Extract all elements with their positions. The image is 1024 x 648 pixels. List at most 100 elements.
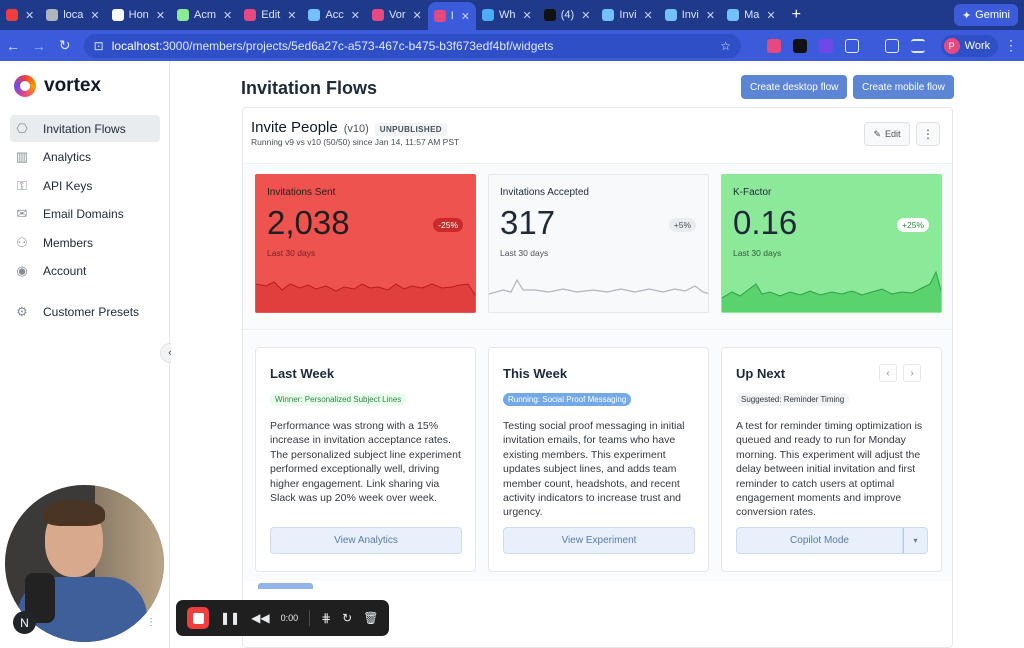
view-analytics-button[interactable]: View Analytics xyxy=(270,527,462,554)
tab-favicon-icon xyxy=(664,9,677,21)
browser-tab[interactable]: Invi ✕ xyxy=(596,0,658,30)
trash-icon[interactable]: 🗑 xyxy=(363,611,378,625)
tab-label: Ma xyxy=(744,9,760,21)
close-tab-icon[interactable]: ✕ xyxy=(766,9,775,22)
grid-icon[interactable]: ⋕ xyxy=(321,611,331,625)
browser-tab[interactable]: ✕ xyxy=(0,0,40,30)
reload-icon[interactable]: ↻ xyxy=(52,37,78,54)
extension-icon-3[interactable] xyxy=(818,38,833,53)
site-info-icon[interactable]: ⊡ xyxy=(94,39,104,53)
browser-menu-icon[interactable]: ⋮ xyxy=(998,37,1024,54)
suggested-badge: Suggested: Reminder Timing xyxy=(736,393,850,406)
extension-icon-2[interactable] xyxy=(792,38,807,53)
stat-card-invitations-accepted[interactable]: Invitations Accepted 317 Last 30 days +5… xyxy=(488,174,709,313)
sidebar-item-label: Invitation Flows xyxy=(43,121,126,136)
browser-tab[interactable]: Ma ✕ xyxy=(721,0,782,30)
media-controls-icon[interactable] xyxy=(910,38,925,53)
page-title: Invitation Flows xyxy=(241,78,378,98)
running-badge: Running: Social Proof Messaging xyxy=(503,393,632,406)
close-tab-icon[interactable]: ✕ xyxy=(90,9,99,22)
avatar: P xyxy=(943,37,960,54)
vortex-logo-icon xyxy=(14,75,36,97)
profile-button[interactable]: P Work xyxy=(940,34,999,57)
tab-label: Invi xyxy=(619,9,637,21)
tab-favicon-icon xyxy=(46,9,59,21)
extensions-puzzle-icon[interactable] xyxy=(844,38,859,53)
tab-favicon-icon xyxy=(372,9,384,21)
close-tab-icon[interactable]: ✕ xyxy=(156,9,165,22)
extension-icon-1[interactable] xyxy=(766,38,781,53)
prev-suggestion-button[interactable]: ‹ xyxy=(879,364,897,382)
browser-tab[interactable]: I ✕ xyxy=(427,2,477,30)
pause-icon[interactable]: ❚❚ xyxy=(220,611,240,625)
sidebar-item-api-keys[interactable]: ⚿ API Keys xyxy=(10,172,160,199)
stat-period: Last 30 days xyxy=(500,248,549,258)
card-title: This Week xyxy=(503,366,568,381)
browser-tab[interactable]: Edit ✕ xyxy=(238,0,302,30)
tab-favicon-icon xyxy=(433,10,446,22)
rewind-icon[interactable]: ◀◀ xyxy=(251,611,269,625)
close-tab-icon[interactable]: ✕ xyxy=(287,9,296,22)
browser-tab[interactable]: Hon ✕ xyxy=(106,0,171,30)
browser-tab[interactable]: Invi ✕ xyxy=(659,0,721,30)
browser-tab[interactable]: Acm ✕ xyxy=(171,0,238,30)
close-tab-icon[interactable]: ✕ xyxy=(706,9,715,22)
close-tab-icon[interactable]: ✕ xyxy=(413,9,422,22)
new-tab-button[interactable]: + xyxy=(782,6,811,24)
stat-value: 2,038 xyxy=(267,204,350,241)
sidebar-item-label: Members xyxy=(43,235,94,250)
brand-logo[interactable]: vortex xyxy=(14,75,101,97)
stat-label: Invitations Accepted xyxy=(500,187,589,198)
more-options-button[interactable]: ⋮ xyxy=(916,122,940,146)
browser-address-bar: ← → ↻ ⊡ localhost:3000/members/projects/… xyxy=(0,30,1024,61)
view-experiment-button[interactable]: View Experiment xyxy=(503,527,695,554)
sidebar-item-account[interactable]: ◉ Account xyxy=(10,258,160,285)
webcam-options-icon[interactable]: ⋮ xyxy=(146,617,156,628)
tab-label: Edit xyxy=(261,9,281,21)
close-tab-icon[interactable]: ✕ xyxy=(461,10,470,23)
tab-label: Vor xyxy=(389,9,406,21)
card-body: A test for reminder timing optimization … xyxy=(736,420,923,519)
url-field[interactable]: ⊡ localhost:3000/members/projects/5ed6a2… xyxy=(83,33,741,58)
stat-value: 0.16 xyxy=(733,204,798,241)
tab-favicon-icon xyxy=(177,9,190,21)
toolbar-divider xyxy=(309,610,311,626)
sidebar-item-members[interactable]: ⚇ Members xyxy=(10,229,160,256)
restart-icon[interactable]: ↻ xyxy=(342,611,352,625)
sidebar-item-customer-presets[interactable]: ⚙ Customer Presets xyxy=(10,298,160,325)
close-tab-icon[interactable]: ✕ xyxy=(644,9,653,22)
recorder-avatar[interactable]: N xyxy=(13,611,36,634)
forward-icon[interactable]: → xyxy=(26,38,52,54)
sidebar-item-label: Account xyxy=(43,264,87,278)
main-content: Invitation Flows Create desktop flow Cre… xyxy=(171,61,1024,648)
browser-tab[interactable]: loca ✕ xyxy=(40,0,105,30)
close-tab-icon[interactable]: ✕ xyxy=(351,9,360,22)
next-suggestion-button[interactable]: › xyxy=(903,364,921,382)
bookmark-star-icon[interactable]: ☆ xyxy=(720,39,731,53)
close-tab-icon[interactable]: ✕ xyxy=(223,9,232,22)
back-icon[interactable]: ← xyxy=(0,38,26,54)
stat-card-invitations-sent[interactable]: Invitations Sent 2,038 Last 30 days -25% xyxy=(255,174,476,313)
copilot-mode-dropdown[interactable]: ▾ xyxy=(903,527,928,554)
partial-button[interactable] xyxy=(258,583,313,589)
close-tab-icon[interactable]: ✕ xyxy=(25,9,34,22)
gemini-button[interactable]: ✦ Gemini xyxy=(953,4,1018,26)
browser-tab[interactable]: Wh ✕ xyxy=(476,0,538,30)
bar-chart-icon: ▥ xyxy=(15,149,29,164)
copilot-mode-button[interactable]: Copilot Mode xyxy=(736,527,903,554)
browser-tab[interactable]: Vor ✕ xyxy=(366,0,428,30)
sidebar-item-email-domains[interactable]: ✉ Email Domains xyxy=(10,201,160,228)
sidebar-item-analytics[interactable]: ▥ Analytics xyxy=(10,144,160,171)
close-tab-icon[interactable]: ✕ xyxy=(523,9,532,22)
create-mobile-flow-button[interactable]: Create mobile flow xyxy=(853,75,954,99)
close-tab-icon[interactable]: ✕ xyxy=(581,9,590,22)
cast-icon[interactable] xyxy=(884,38,899,53)
browser-tab[interactable]: Acc ✕ xyxy=(302,0,366,30)
create-desktop-flow-button[interactable]: Create desktop flow xyxy=(741,75,848,99)
stop-recording-button[interactable] xyxy=(187,607,209,629)
edit-button[interactable]: ✎ Edit xyxy=(864,122,910,146)
sidebar-item-invitation-flows[interactable]: ⎔ Invitation Flows xyxy=(10,115,160,142)
card-up-next: Up Next ‹ › Suggested: Reminder Timing A… xyxy=(721,347,942,572)
stat-card-k-factor[interactable]: K-Factor 0.16 Last 30 days +25% xyxy=(721,174,942,313)
browser-tab[interactable]: (4) ✕ xyxy=(538,0,597,30)
